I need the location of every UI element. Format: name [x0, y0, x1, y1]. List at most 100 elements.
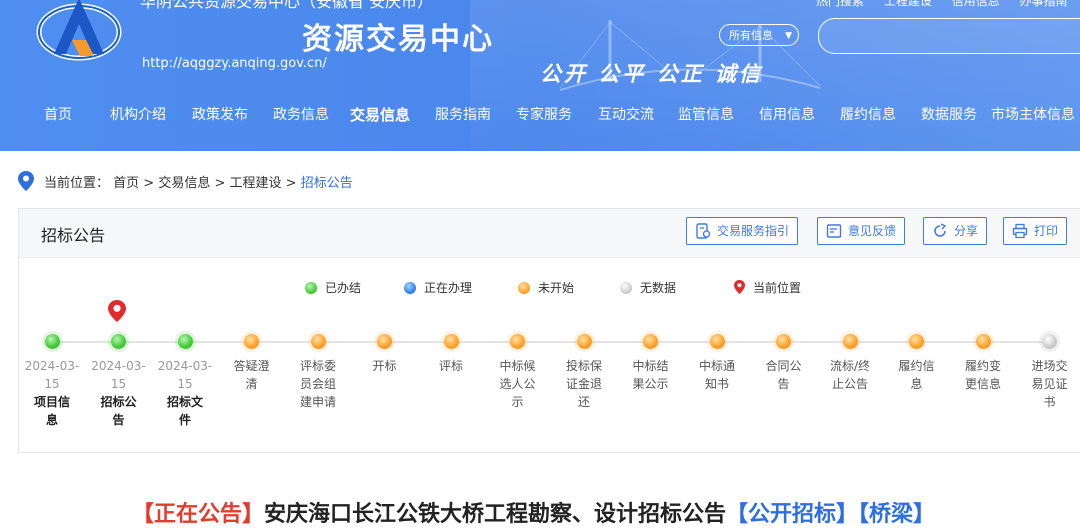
chevron-down-icon: ▼ — [785, 31, 792, 41]
timeline-stage-label: 告 — [777, 377, 790, 391]
site-slogan: 公开 公平 公正 诚信 — [540, 62, 763, 86]
timeline-stage-label: 进场交 — [1031, 359, 1068, 373]
timeline-stage: 评标 — [421, 357, 481, 375]
timeline-node-pending-icon — [909, 334, 924, 349]
breadcrumb-trail: 当前位置： 首页 > 交易信息 > 工程建设 > 招标公告 — [44, 172, 353, 191]
feedback-label: 意见反馈 — [848, 224, 897, 238]
timeline-stage-label: 投标保 — [565, 359, 602, 373]
announcement-tag-method[interactable]: 【公开招标】 — [726, 502, 858, 527]
breadcrumb-current[interactable]: 招标公告 — [301, 176, 353, 191]
timeline-stage-label: 止公告 — [831, 377, 868, 391]
timeline-stage-date: 2024-03-15 — [24, 359, 80, 391]
timeline-stage: 中标结 果公示 — [621, 357, 681, 393]
top-link-guide[interactable]: 办事指南 — [1020, 0, 1068, 8]
timeline-stage[interactable]: 2024-03-15 项目信息 — [22, 357, 82, 429]
nav-item-data[interactable]: 数据服务 — [921, 104, 977, 124]
timeline-stage: 合同公告 — [754, 357, 814, 393]
timeline-stage-label: 答疑澄 — [233, 359, 270, 373]
timeline-node-done-icon[interactable] — [177, 334, 193, 349]
nav-item-trade-info[interactable]: 交易信息 — [350, 104, 410, 125]
nav-item-home[interactable]: 首页 — [44, 104, 72, 124]
share-button[interactable]: 分享 — [923, 217, 988, 245]
current-location-pin-icon — [108, 300, 126, 322]
timeline-stage: 中标候 选人公示 — [488, 357, 548, 411]
timeline-stage: 中标通 知书 — [687, 357, 747, 393]
timeline-stage-label: 中标结 — [632, 359, 669, 373]
share-label: 分享 — [954, 224, 979, 238]
nav-item-policy[interactable]: 政策发布 — [192, 104, 248, 124]
timeline-track — [52, 341, 1050, 343]
timeline-stage-label: 件 — [178, 413, 191, 427]
legend-pending-dot — [518, 282, 530, 294]
legend-current-label: 当前位置 — [753, 281, 802, 295]
org-name: 华阴公共资源交易中心（安徽省 安庆市） — [140, 0, 434, 11]
timeline-stage-label: 还 — [577, 395, 590, 409]
legend-nodata-dot — [620, 282, 632, 294]
nav-item-supervision[interactable]: 监管信息 — [678, 104, 734, 124]
timeline-stage-label: 息 — [45, 413, 58, 427]
breadcrumb-home[interactable]: 首页 — [113, 176, 139, 191]
search-input[interactable] — [818, 18, 1080, 54]
timeline-node-done-icon[interactable] — [111, 334, 126, 349]
top-link-hot-search[interactable]: 热门搜索 — [816, 0, 864, 8]
trade-guide-button[interactable]: 交易服务指引 — [686, 217, 799, 245]
timeline-stage-label: 合同公 — [765, 359, 802, 373]
timeline-stage-label: 流标/终 — [829, 359, 871, 373]
print-label: 打印 — [1034, 224, 1059, 238]
legend-done-label: 已办结 — [325, 281, 362, 295]
timeline-node-pending-icon — [510, 334, 525, 349]
breadcrumb-trade-info[interactable]: 交易信息 — [158, 176, 210, 191]
timeline-node-done-icon[interactable] — [44, 334, 60, 349]
announcement-tag-category[interactable]: 【桥梁】 — [858, 502, 935, 527]
site-title: 资源交易中心 — [302, 22, 494, 57]
timeline-node-pending-icon — [244, 334, 259, 349]
timeline-node-pending-icon — [842, 334, 858, 349]
timeline-stage[interactable]: 2024-03-15 招标文件 — [155, 357, 215, 429]
search-category-value: 所有信息 — [729, 29, 773, 42]
top-link-credit[interactable]: 信用信息 — [952, 0, 1000, 8]
announcement-name: 安庆海口长江公铁大桥工程勘察、设计招标公告 — [264, 502, 727, 527]
search-category-select[interactable]: 所有信息 ▼ — [719, 24, 799, 46]
nav-item-about[interactable]: 机构介绍 — [110, 104, 166, 124]
legend-pending: 未开始 — [518, 279, 574, 296]
nav-item-service-guide[interactable]: 服务指南 — [435, 104, 491, 124]
timeline-stage-label: 书 — [1043, 395, 1056, 409]
legend-pending-label: 未开始 — [538, 281, 575, 295]
timeline-node-pending-icon — [776, 334, 791, 349]
timeline-node-pending-icon — [576, 334, 592, 349]
breadcrumb-engineering[interactable]: 工程建设 — [230, 176, 282, 191]
nav-item-interaction[interactable]: 互动交流 — [598, 104, 654, 124]
panel-title: 招标公告 — [41, 226, 106, 245]
top-link-engineering[interactable]: 工程建设 — [884, 0, 932, 8]
legend-nodata: 无数据 — [620, 279, 676, 296]
timeline-node-pending-icon — [443, 334, 459, 349]
legend-done: 已办结 — [305, 279, 361, 296]
breadcrumb-sep: > — [281, 176, 301, 191]
timeline-stage: 开标 — [355, 357, 415, 375]
nav-item-market-entity[interactable]: 市场主体信息 — [991, 104, 1075, 124]
timeline-stage[interactable]: 2024-03-15 招标公告 — [89, 357, 149, 429]
nav-item-credit[interactable]: 信用信息 — [759, 104, 815, 124]
timeline-stage-label: 项目信 — [33, 395, 70, 409]
timeline-stage-label: 告 — [112, 413, 125, 427]
timeline-stage-label: 易见证 — [1031, 377, 1068, 391]
timeline-node-pending-icon — [377, 334, 392, 349]
timeline-stage-label: 中标候 — [499, 359, 536, 373]
timeline-node-nodata-icon — [1042, 334, 1057, 349]
feedback-button[interactable]: 意见反馈 — [817, 217, 906, 245]
site-url[interactable]: http://aqggzy.anqing.gov.cn/ — [142, 56, 327, 71]
timeline-stage-label: 员会组 — [299, 377, 336, 391]
nav-item-expert[interactable]: 专家服务 — [516, 104, 572, 124]
timeline-stage-label: 开标 — [372, 359, 397, 373]
legend-doing: 正在办理 — [404, 279, 472, 296]
print-button[interactable]: 打印 — [1003, 217, 1068, 245]
timeline-stage-label: 评标 — [438, 359, 463, 373]
timeline-stage-date: 2024-03-15 — [157, 359, 213, 391]
timeline-stage: 进场交 易见证书 — [1020, 357, 1080, 411]
main-nav: 首页 机构介绍 政策发布 政务信息 交易信息 服务指南 专家服务 互动交流 监管… — [0, 104, 1080, 130]
nav-item-gov-info[interactable]: 政务信息 — [273, 104, 329, 124]
nav-item-performance[interactable]: 履约信息 — [840, 104, 896, 124]
legend-doing-dot — [404, 282, 416, 294]
timeline-node-pending-icon — [975, 334, 991, 349]
timeline-stage: 答疑澄清 — [222, 357, 282, 393]
